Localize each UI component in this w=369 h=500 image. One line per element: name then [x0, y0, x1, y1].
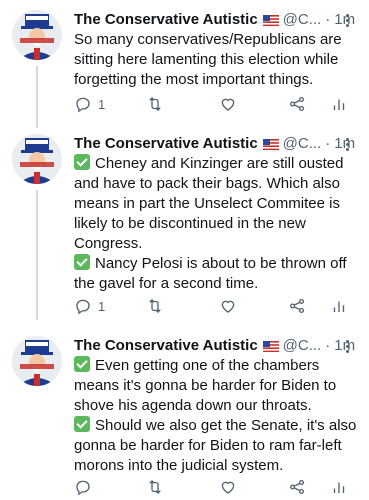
- retweet-button[interactable]: [146, 94, 164, 114]
- reply-count: 1: [98, 96, 106, 112]
- separator-dot: ·: [325, 11, 331, 28]
- more-icon[interactable]: [341, 336, 353, 356]
- avatar[interactable]: [12, 336, 62, 386]
- action-bar: 1: [74, 94, 359, 114]
- tweet[interactable]: The Conservative Autistic @C... · 1m So …: [0, 10, 369, 120]
- author-name[interactable]: The Conservative Autistic: [74, 336, 258, 356]
- check-mark-icon: [74, 154, 90, 170]
- retweet-button[interactable]: [146, 296, 164, 316]
- tweet[interactable]: The Conservative Autistic @C... · 1m Eve…: [0, 336, 369, 500]
- tweet-text: Cheney and Kinzinger are still ousted an…: [74, 154, 359, 294]
- tweet-paragraph: Nancy Pelosi is about to be thrown off t…: [74, 254, 359, 294]
- tweet[interactable]: The Conservative Autistic @C... · 1m Che…: [0, 134, 369, 324]
- action-bar: [74, 477, 359, 497]
- reply-button[interactable]: 1: [74, 296, 105, 316]
- heart-icon: [221, 481, 235, 494]
- like-button[interactable]: [219, 296, 237, 316]
- share-button[interactable]: [288, 477, 306, 497]
- retweet-icon: [149, 299, 161, 313]
- us-flag-icon: [262, 14, 279, 26]
- more-icon[interactable]: [341, 134, 353, 154]
- author-name[interactable]: The Conservative Autistic: [74, 134, 258, 154]
- reply-icon: [76, 97, 90, 113]
- author-handle[interactable]: @C...: [283, 336, 322, 356]
- retweet-icon: [149, 480, 161, 494]
- analytics-button[interactable]: [330, 477, 348, 497]
- retweet-icon: [149, 97, 161, 111]
- like-button[interactable]: [219, 477, 237, 497]
- reply-button[interactable]: 1: [74, 94, 105, 114]
- analytics-icon: [333, 99, 345, 110]
- check-mark-icon: [74, 416, 90, 432]
- author-handle[interactable]: @C...: [283, 10, 322, 30]
- share-icon: [289, 298, 305, 314]
- retweet-button[interactable]: [146, 477, 164, 497]
- paragraph-text: Cheney and Kinzinger are still ousted an…: [74, 155, 344, 252]
- action-bar: 1: [74, 296, 359, 316]
- like-button[interactable]: [219, 94, 237, 114]
- reply-button[interactable]: [74, 477, 98, 497]
- more-icon[interactable]: [341, 10, 353, 30]
- share-button[interactable]: [288, 296, 306, 316]
- author-name[interactable]: The Conservative Autistic: [74, 10, 258, 30]
- share-icon: [289, 479, 305, 495]
- paragraph-text: Even getting one of the chambers means i…: [74, 357, 337, 414]
- avatar[interactable]: [12, 10, 62, 60]
- tweet-paragraph: Should we also get the Senate, it's also…: [74, 416, 359, 476]
- reply-icon: [76, 480, 90, 496]
- check-mark-icon: [74, 356, 90, 372]
- analytics-button[interactable]: [330, 94, 348, 114]
- reply-count: 1: [98, 298, 106, 314]
- analytics-button[interactable]: [330, 296, 348, 316]
- heart-icon: [221, 300, 235, 313]
- analytics-icon: [333, 482, 345, 493]
- separator-dot: ·: [325, 337, 331, 354]
- share-button[interactable]: [288, 94, 306, 114]
- tweet-text: So many conservatives/Republicans are si…: [74, 30, 359, 90]
- author-handle[interactable]: @C...: [283, 134, 322, 154]
- heart-icon: [221, 98, 235, 111]
- avatar[interactable]: [12, 134, 62, 184]
- tweet-paragraph: Even getting one of the chambers means i…: [74, 356, 359, 416]
- separator-dot: ·: [325, 135, 331, 152]
- tweet-text: Even getting one of the chambers means i…: [74, 356, 359, 476]
- paragraph-text: Nancy Pelosi is about to be thrown off t…: [74, 255, 347, 292]
- tweet-paragraph: So many conservatives/Republicans are si…: [74, 31, 342, 88]
- us-flag-icon: [262, 340, 279, 352]
- analytics-icon: [333, 301, 345, 312]
- check-mark-icon: [74, 254, 90, 270]
- us-flag-icon: [262, 138, 279, 150]
- tweet-paragraph: Cheney and Kinzinger are still ousted an…: [74, 154, 359, 254]
- reply-icon: [76, 299, 90, 315]
- share-icon: [289, 96, 305, 112]
- paragraph-text: Should we also get the Senate, it's also…: [74, 417, 357, 474]
